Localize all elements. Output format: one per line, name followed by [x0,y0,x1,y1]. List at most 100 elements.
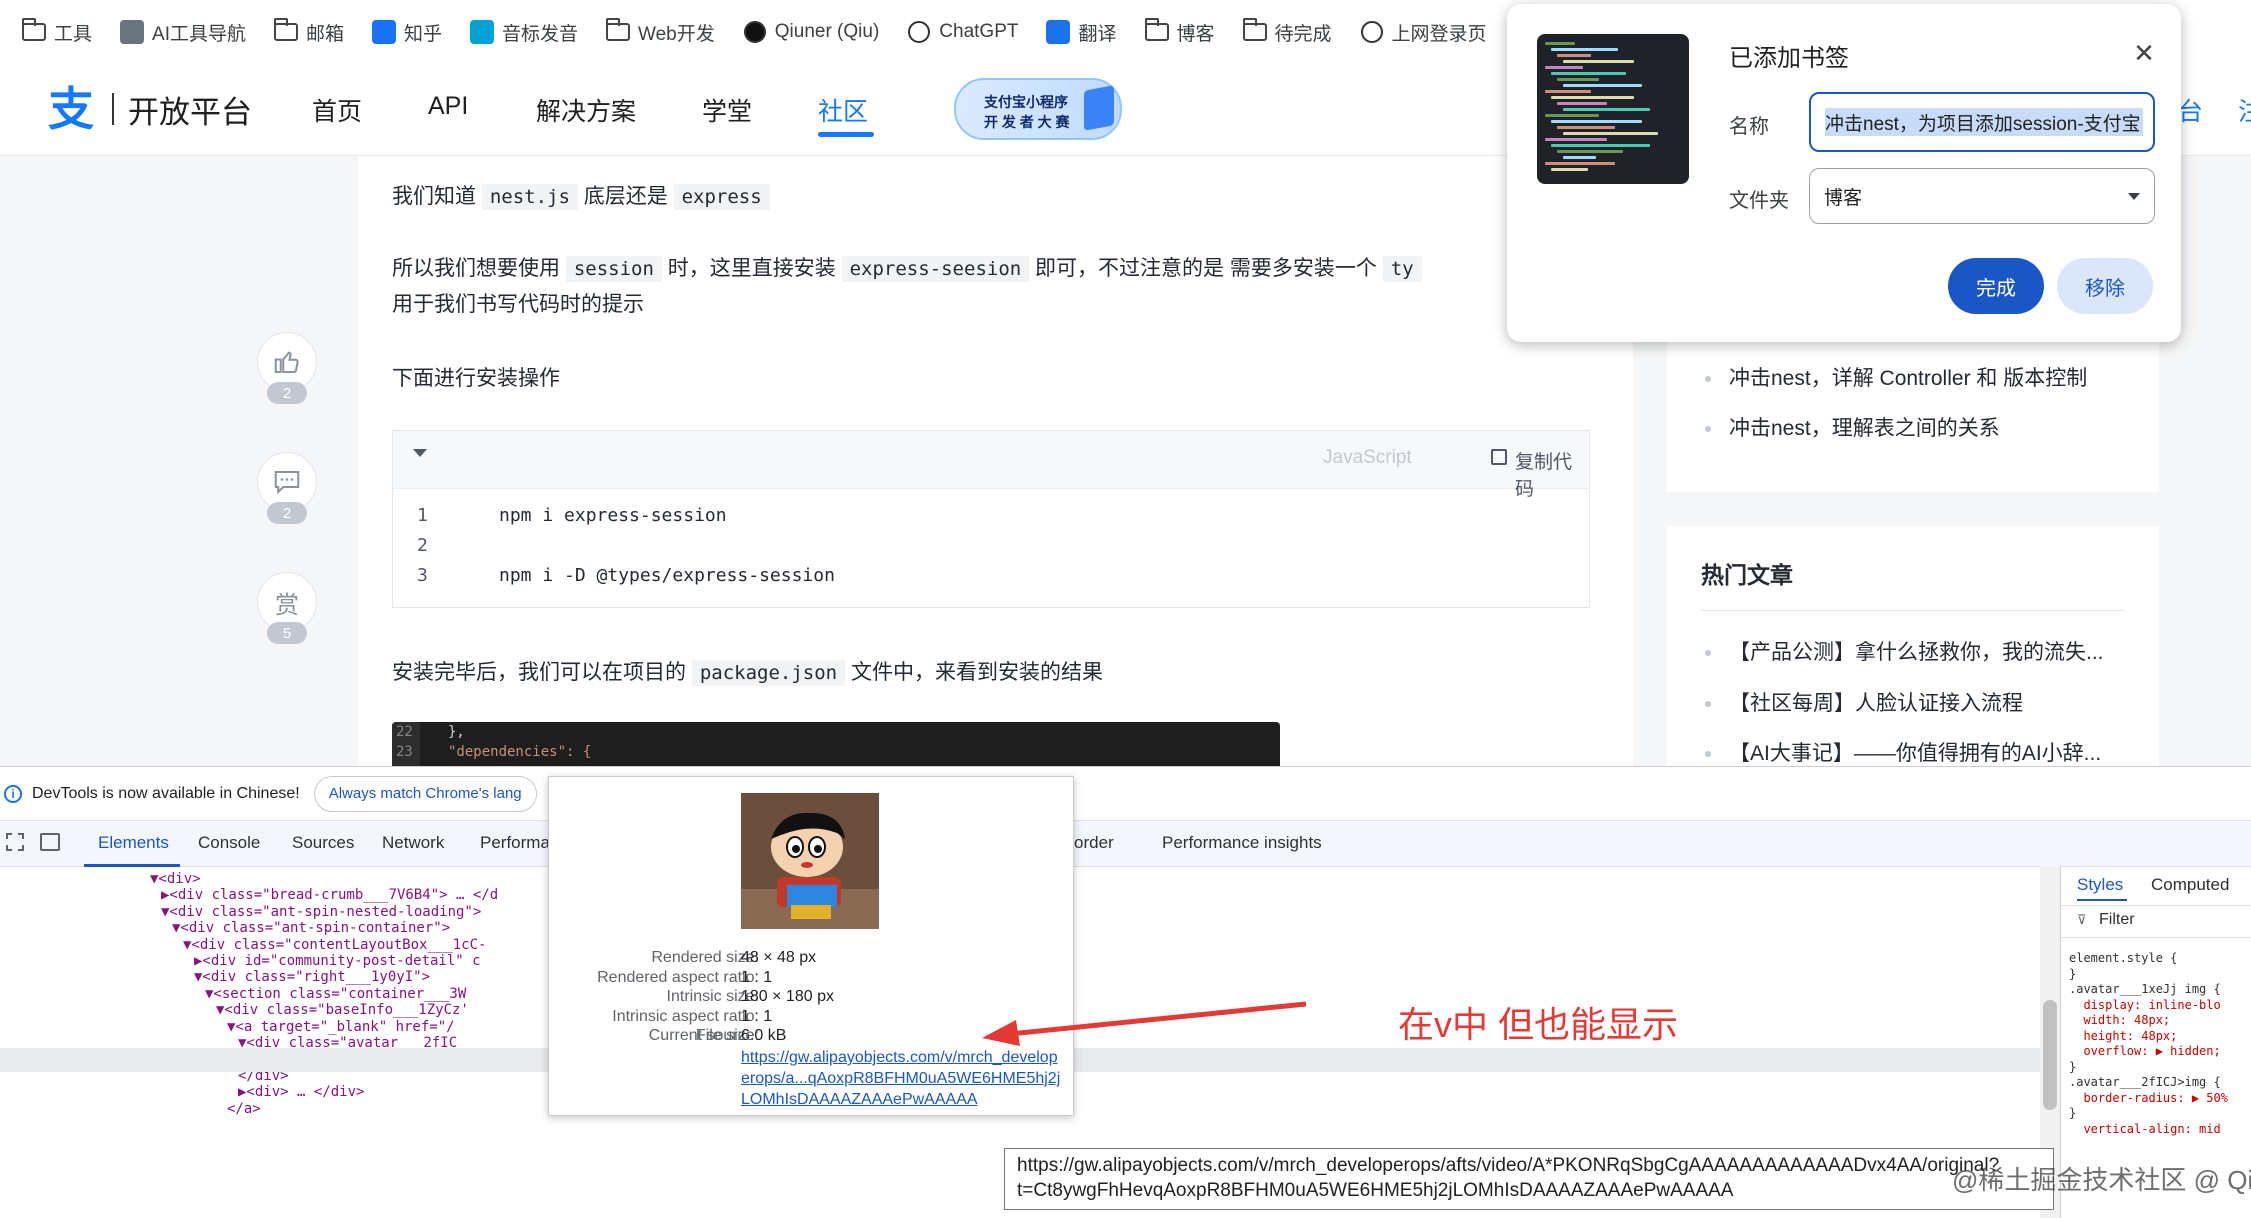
thumbnail-code-line [1545,114,1599,117]
bookmark-10[interactable]: 待完成 [1229,12,1346,52]
dropdown-arrow-icon [2128,192,2140,200]
tab-recorder[interactable]: order [1074,833,1114,853]
bookmark-8[interactable]: 翻译 [1032,12,1130,52]
hot-item-3[interactable]: 【AI大事记】——你值得拥有的AI小辞... [1729,737,2101,767]
thumbnail-code-line [1545,162,1615,165]
dom-node-line[interactable]: ▼<div class="baseInfo___1ZyCz' [216,1002,469,1018]
inspect-element-icon[interactable] [6,833,24,851]
hot-articles: 热门文章 【产品公测】拿什么拯救你，我的流失... 【社区每周】人脸认证接入流程… [1667,526,2159,766]
tab-performance[interactable]: Performa [480,833,550,853]
name-label: 名称 [1729,116,1769,138]
cube-icon [1084,85,1114,131]
divider [2061,905,2251,906]
thumbnail-code-line [1545,42,1575,45]
paragraph-2: 所以我们想要使用 session 时，这里直接安装 express-seesio… [392,252,1422,282]
dom-node-line[interactable]: ▼<a target="_blank" href="/ [227,1019,455,1035]
style-rule-line: } [2069,1059,2077,1074]
bookmark-4[interactable]: 音标发音 [456,12,592,52]
bookmark-2[interactable]: 邮箱 [260,12,358,52]
p1-text-b: 底层还是 [583,185,668,208]
style-rule-line: } [2069,1106,2077,1120]
nav-api[interactable]: API [428,92,468,121]
folder-select[interactable]: 博客 [1809,168,2155,224]
bookmark-label: Web开发 [638,23,715,45]
dom-node-line[interactable]: </a> [227,1101,261,1117]
bookmark-11[interactable]: 上网登录页 [1346,12,1501,52]
dom-scrollbar-thumb[interactable] [2043,1000,2057,1110]
reward-icon: 赏 [275,591,299,619]
match-language-button[interactable]: Always match Chrome's lang [313,775,537,812]
folder-icon [22,18,46,44]
thumbnail-code-line [1563,108,1650,111]
hot-item-1[interactable]: 【产品公测】拿什么拯救你，我的流失... [1729,636,2104,666]
done-button[interactable]: 完成 [1948,258,2044,314]
tab-elements[interactable]: Elements [98,833,169,853]
bookmark-label: 音标发音 [502,23,579,45]
style-rule-line: .avatar___1xeJj img { [2069,982,2221,996]
thumbnail-code-line [1551,120,1642,123]
bookmark-7[interactable]: ChatGPT [893,12,1032,52]
dom-node-line[interactable]: ▼<div class="contentLayoutBox___1cC- [183,937,486,953]
current-source-link[interactable]: https://gw.alipayobjects.com/v/mrch_deve… [741,1047,1061,1110]
nav-home[interactable]: 首页 [312,92,362,128]
img-line-23: 23 [396,744,413,760]
bookmark-label: ChatGPT [939,21,1019,42]
nav-community[interactable]: 社区 [818,92,868,128]
p4-text-a: 安装完毕后，我们可以在项目的 [392,661,686,684]
dom-node-line[interactable]: ▼<div class="ant-spin-container"> [172,920,450,936]
device-toolbar-icon[interactable] [40,833,60,851]
nav-solutions[interactable]: 解决方案 [536,92,636,128]
thumbnail-code-line [1563,132,1658,135]
tab-network[interactable]: Network [382,833,444,853]
red-annotation-arrow-icon [982,1001,1307,1046]
collapse-chevron-icon[interactable] [413,449,427,457]
bookmark-6[interactable]: Qiuner (Qiu) [729,12,894,52]
dom-node-line[interactable]: ▼<section class="container___3W [205,986,466,1002]
bookmark-name-input[interactable] [1809,92,2155,152]
nav-partial-2[interactable]: 注 [2238,92,2251,128]
close-icon[interactable]: ✕ [2127,36,2161,70]
copy-code-button[interactable]: 复制代码 [1515,447,1589,501]
bookmark-label: 邮箱 [305,23,344,45]
github-icon [743,20,767,44]
reward-count: 5 [267,622,307,644]
devtools-notice-text: DevTools is now available in Chinese! [32,784,300,802]
bullet [1705,376,1711,382]
bookmark-3[interactable]: 知乎 [358,12,456,52]
dom-node-line[interactable]: ▼<div> [150,871,201,887]
site-logo[interactable]: 支 开放平台 [48,84,252,134]
related-item-1[interactable]: 冲击nest，详解 Controller 和 版本控制 [1729,362,2087,392]
remove-button[interactable]: 移除 [2057,258,2153,314]
contest-banner[interactable]: 支付宝小程序 开 发 者 大 赛 [954,78,1122,140]
thumbnail-code-line [1551,48,1618,51]
dom-node-line[interactable]: ▼<div class="right___1y0yI"> [194,969,430,985]
nav-academy[interactable]: 学堂 [702,92,752,128]
paragraph-4: 安装完毕后，我们可以在项目的 package.json 文件中，来看到安装的结果 [392,656,1103,686]
p2-code-express-session: express-seesion [841,256,1030,282]
bookmark-1[interactable]: AI工具导航 [106,12,260,52]
bookmark-label: 翻译 [1078,23,1117,45]
banner-line2: 开 发 者 大 赛 [984,114,1070,130]
copy-icon[interactable] [1491,449,1507,465]
dom-node-line[interactable]: ▼<div class="ant-spin-nested-loading"> [161,904,481,920]
styles-filter-input[interactable]: Filter [2099,911,2135,929]
bullet [1705,426,1711,432]
bookmark-added-dialog: 已添加书签 ✕ 名称 文件夹 博客 完成 移除 [1507,4,2181,342]
dom-node-line[interactable]: ▶<div> … </div> [238,1084,364,1100]
bookmark-label: 待完成 [1274,23,1332,45]
bookmark-9[interactable]: 博客 [1131,12,1229,52]
tab-computed[interactable]: Computed [2151,875,2229,895]
tab-performance-insights[interactable]: Performance insights [1162,833,1322,853]
bookmark-5[interactable]: Web开发 [592,12,729,52]
dom-node-line[interactable]: ▶<div class="bread-crumb___7V6B4"> … </d [161,887,498,903]
related-item-2[interactable]: 冲击nest，理解表之间的关系 [1729,412,2000,442]
bookmark-0[interactable]: 工具 [8,12,106,52]
tab-console[interactable]: Console [198,833,260,853]
tab-styles[interactable]: Styles [2077,875,2123,895]
dom-node-line[interactable]: ▶<div id="community-post-detail" c [194,953,481,969]
thumbnail-code-line [1557,102,1607,105]
logo-text: 开放平台 [128,94,252,130]
hot-item-2[interactable]: 【社区每周】人脸认证接入流程 [1729,687,2023,717]
tab-sources[interactable]: Sources [292,833,354,853]
nav-partial-1[interactable]: 台 [2178,92,2203,128]
